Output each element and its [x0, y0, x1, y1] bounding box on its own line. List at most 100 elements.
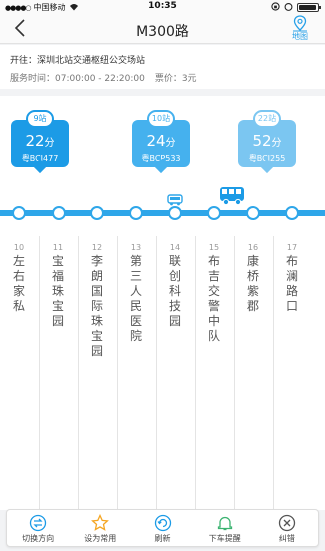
station-name-char: 警	[207, 299, 220, 313]
station-name-char: 家	[12, 284, 25, 298]
station-name-char: 队	[207, 329, 220, 343]
station-dot	[129, 206, 143, 220]
tab-label: 纠错	[278, 534, 295, 543]
bus-icon	[220, 187, 244, 206]
station-name-char: 桥	[246, 269, 259, 283]
station-name-char: 口	[285, 299, 298, 313]
route-track	[0, 210, 325, 216]
station-name-char: 紫	[246, 284, 259, 298]
station-dot	[90, 206, 104, 220]
station-name-char: 宝	[51, 299, 64, 313]
station-dot	[246, 206, 260, 220]
bus-arrival-card[interactable]: 52分 粤BCJ255 22站	[238, 110, 296, 174]
stops-away-badge: 22站	[253, 110, 281, 128]
station-name-char: 交	[207, 284, 220, 298]
station-number: 13	[130, 243, 142, 252]
station-item[interactable]: 12 李朗国际珠宝园	[89, 242, 105, 359]
tab-label: 设为常用	[84, 534, 117, 543]
station-name-char: 际	[90, 299, 103, 313]
station-item[interactable]: 17 布澜路口	[284, 242, 300, 314]
station-name-char: 联	[168, 254, 181, 268]
station-name-char: 园	[90, 344, 103, 358]
error-report-icon	[278, 514, 296, 532]
station-name-char: 中	[207, 314, 220, 328]
station-name-char: 创	[168, 269, 181, 283]
nav-bar: M300路 地图	[0, 14, 325, 44]
station-name-char: 三	[129, 269, 142, 283]
station-name-char: 技	[168, 299, 181, 313]
rotation-lock-icon	[271, 2, 280, 13]
arrival-minutes: 52分	[252, 132, 282, 150]
status-bar: ●●●●○ 中国移动 10:35	[0, 0, 325, 14]
route-line: 10 左右家私 11 宝福珠宝园 12 李朗国际珠宝园 13 第三人民医院 14 联创科技园 15 布…	[0, 180, 325, 510]
station-name-char: 朗	[90, 269, 103, 283]
station-item[interactable]: 13 第三人民医院	[128, 242, 144, 344]
set-favorite-button[interactable]: 设为常用	[69, 510, 131, 546]
station-name-char: 第	[129, 254, 142, 268]
station-number: 14	[169, 243, 181, 252]
station-name-char: 郡	[246, 299, 259, 313]
arrival-panel: 22分 粤BCJ477 9站 24分 粤BCP533 10站 52分 粤BCJ2…	[0, 96, 325, 180]
station-dot	[285, 206, 299, 220]
station-name-char: 吉	[207, 269, 220, 283]
station-name-char: 李	[90, 254, 103, 268]
station-item[interactable]: 10 左右家私	[11, 242, 27, 314]
station-name-char: 澜	[285, 269, 298, 283]
stops-away-badge: 9站	[26, 110, 54, 128]
bus-arrival-card[interactable]: 24分 粤BCP533 10站	[132, 110, 190, 174]
alarm-status-icon	[284, 2, 293, 13]
refresh-icon	[154, 514, 171, 532]
station-name-char: 福	[51, 269, 64, 283]
station-name-char: 宝	[51, 254, 64, 268]
alarm-clock-icon	[217, 516, 232, 531]
map-label: 地图	[292, 32, 308, 41]
station-item[interactable]: 11 宝福珠宝园	[50, 242, 66, 329]
station-name-char: 布	[285, 254, 298, 268]
switch-direction-icon	[29, 514, 47, 532]
map-button[interactable]: 地图	[288, 15, 312, 41]
bus-arrival-card[interactable]: 22分 粤BCJ477 9站	[11, 110, 69, 174]
station-name-char: 私	[12, 299, 25, 313]
service-hours: 服务时间：07:00:00 - 22:20:00	[10, 74, 145, 84]
station-item[interactable]: 16 康桥紫郡	[245, 242, 261, 314]
station-name-char: 珠	[90, 314, 103, 328]
station-name-char: 园	[168, 314, 181, 328]
station-name-char: 右	[12, 269, 25, 283]
station-item[interactable]: 14 联创科技园	[167, 242, 183, 329]
station-name-char: 路	[285, 284, 298, 298]
station-name-char: 院	[129, 329, 142, 343]
bottom-toolbar: 切换方向 设为常用 刷新 下车提醒 纠错	[6, 509, 319, 547]
station-name-char: 科	[168, 284, 181, 298]
refresh-button[interactable]: 刷新	[131, 510, 193, 546]
tab-label: 刷新	[154, 534, 171, 543]
arrival-minutes: 24分	[146, 132, 176, 150]
direction-text: 开往：深圳北站交通枢纽公交场站	[10, 56, 146, 66]
report-error-button[interactable]: 纠错	[256, 510, 318, 546]
map-pin-icon	[293, 15, 307, 32]
route-info: 开往：深圳北站交通枢纽公交场站 服务时间：07:00:00 - 22:20:00…	[0, 45, 325, 89]
station-number: 17	[286, 243, 298, 252]
station-number: 11	[52, 243, 64, 252]
station-name-char: 布	[207, 254, 220, 268]
bus-icon	[167, 194, 183, 206]
station-number: 16	[247, 243, 259, 252]
service-info: 服务时间：07:00:00 - 22:20:00 票价：3元	[10, 71, 197, 84]
stops-away-badge: 10站	[147, 110, 175, 128]
station-dot	[168, 206, 182, 220]
station-dot	[207, 206, 221, 220]
arrival-minutes: 22分	[25, 132, 55, 150]
switch-direction-button[interactable]: 切换方向	[7, 510, 69, 546]
station-dot	[12, 206, 26, 220]
station-name-char: 宝	[90, 329, 103, 343]
alight-reminder-button[interactable]: 下车提醒	[194, 510, 256, 546]
station-name-char: 国	[90, 284, 103, 298]
battery-icon	[297, 3, 321, 12]
star-icon	[91, 514, 110, 531]
page-title: M300路	[136, 24, 189, 40]
station-name-char: 人	[129, 284, 142, 298]
tab-label: 切换方向	[22, 534, 55, 543]
station-name-char: 康	[246, 254, 259, 268]
station-number: 10	[13, 243, 25, 252]
station-item[interactable]: 15 布吉交警中队	[206, 242, 222, 344]
station-name-char: 民	[129, 299, 142, 313]
